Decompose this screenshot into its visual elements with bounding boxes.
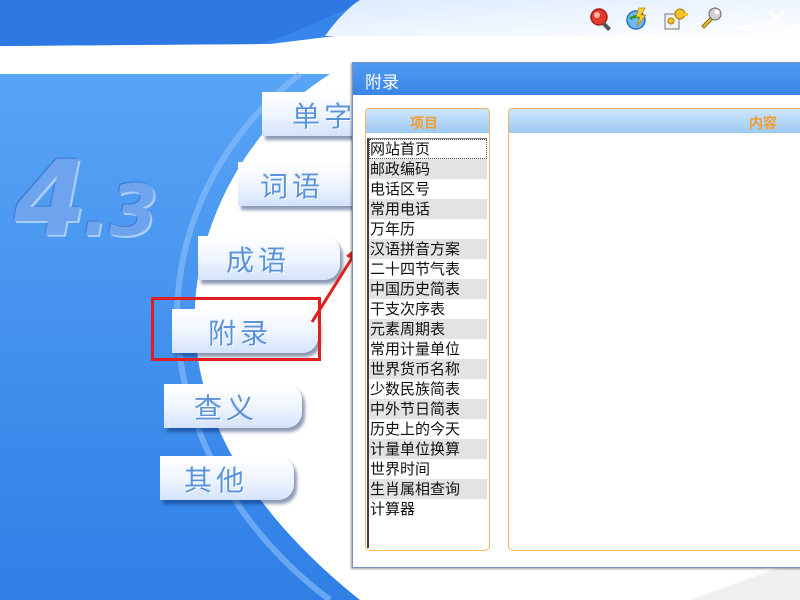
list-item[interactable]: 世界时间 (369, 459, 487, 479)
list-item[interactable]: 万年历 (369, 219, 487, 239)
list-item[interactable]: 少数民族简表 (369, 379, 487, 399)
wrench-icon[interactable] (698, 6, 724, 32)
keys-icon[interactable] (662, 6, 688, 32)
list-item[interactable]: 常用计量单位 (369, 339, 487, 359)
items-header-label: 项目 (410, 116, 438, 132)
items-panel-header: 项目 (365, 108, 490, 134)
version-minor: .3 (82, 170, 158, 252)
content-panel-header: 内容 (508, 108, 800, 134)
list-item[interactable]: 计量单位换算 (369, 439, 487, 459)
nav-label-idioms: 成语 (226, 244, 291, 277)
list-item[interactable]: 汉语拼音方案 (369, 239, 487, 259)
close-icon[interactable] (764, 6, 790, 32)
list-item[interactable]: 生肖属相查询 (369, 479, 487, 499)
list-item[interactable]: 历史上的今天 (369, 419, 487, 439)
nav-button-others[interactable]: 其他 (160, 456, 294, 500)
nav-label-lookup: 查义 (194, 392, 259, 425)
list-item[interactable]: 干支次序表 (369, 299, 487, 319)
search-icon[interactable] (588, 6, 614, 32)
version-major: 4 (14, 138, 86, 260)
list-item[interactable]: 邮政编码 (369, 159, 487, 179)
highlight-box (151, 297, 321, 361)
dialog-title: 附录 (365, 73, 399, 93)
list-item[interactable]: 元素周期表 (369, 319, 487, 339)
minimize-icon[interactable] (734, 6, 760, 32)
list-item[interactable]: 中外节日简表 (369, 399, 487, 419)
list-item[interactable]: 计算器 (369, 499, 487, 519)
update-icon[interactable] (624, 6, 650, 32)
list-item[interactable]: 网站首页 (369, 139, 487, 159)
list-item[interactable]: 中国历史简表 (369, 279, 487, 299)
content-panel (508, 133, 800, 551)
list-item[interactable]: 世界货币名称 (369, 359, 487, 379)
dialog-titlebar[interactable]: 附录 (353, 63, 800, 95)
nav-label-single-char: 单字 (292, 100, 357, 133)
version-label: 4.3 (14, 138, 158, 260)
appendix-items-list[interactable]: 网站首页 邮政编码 电话区号 常用电话 万年历 汉语拼音方案 二十四节气表 中国历史简表 干支次… (367, 138, 487, 548)
nav-button-idioms[interactable]: 成语 (198, 236, 340, 280)
list-item[interactable]: 电话区号 (369, 179, 487, 199)
nav-label-others: 其他 (184, 464, 249, 497)
nav-button-lookup[interactable]: 查义 (164, 384, 302, 428)
list-item[interactable]: 二十四节气表 (369, 259, 487, 279)
content-header-label: 内容 (749, 116, 777, 132)
list-item[interactable]: 常用电话 (369, 199, 487, 219)
nav-label-words: 词语 (260, 170, 325, 203)
